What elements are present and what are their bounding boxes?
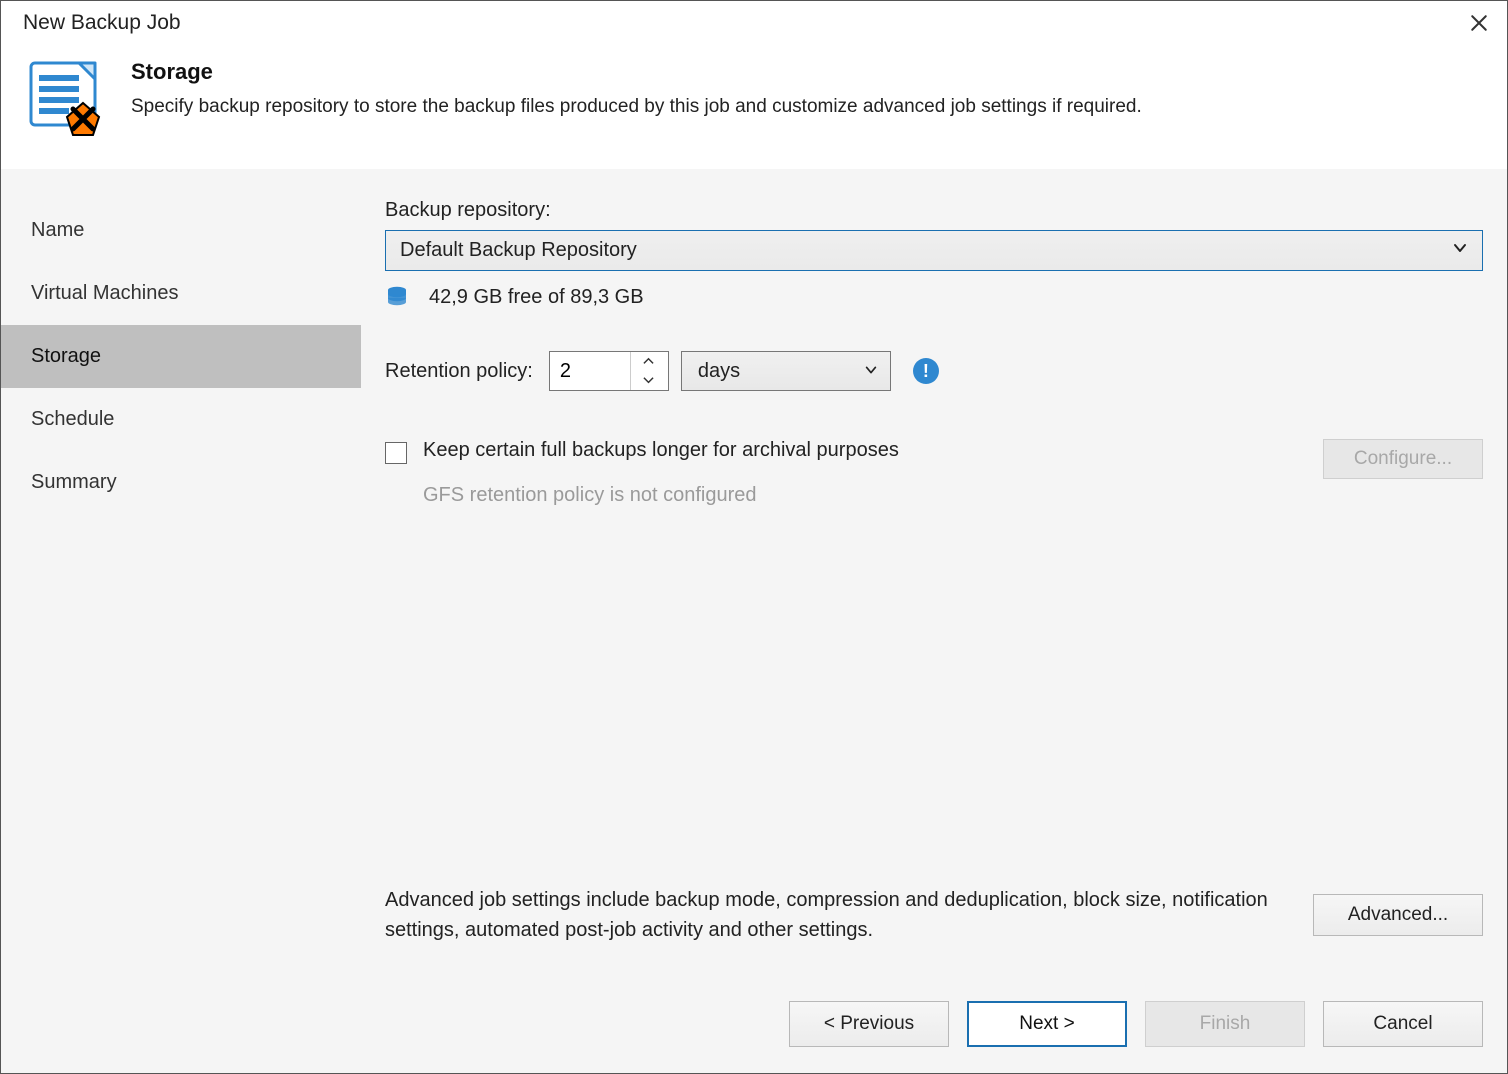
step-title: Storage <box>131 59 1481 85</box>
close-icon <box>1470 14 1488 32</box>
window-title: New Backup Job <box>23 11 181 35</box>
repo-free-space: 42,9 GB free of 89,3 GB <box>385 285 1483 309</box>
retention-value-stepper[interactable] <box>549 351 669 391</box>
finish-button-label: Finish <box>1200 1013 1251 1035</box>
gfs-checkbox[interactable] <box>385 442 407 464</box>
gfs-checkbox-label: Keep certain full backups longer for arc… <box>423 439 1303 462</box>
titlebar: New Backup Job <box>1 1 1507 43</box>
step-storage[interactable]: Storage <box>1 325 361 388</box>
step-summary[interactable]: Summary <box>1 451 361 514</box>
close-button[interactable] <box>1465 9 1493 37</box>
configure-button-label: Configure... <box>1354 448 1452 470</box>
advanced-row: Advanced job settings include backup mod… <box>385 885 1483 981</box>
advanced-description: Advanced job settings include backup mod… <box>385 885 1283 945</box>
step-label: Schedule <box>31 408 114 430</box>
gfs-left: Keep certain full backups longer for arc… <box>385 439 1303 507</box>
next-button-label: Next > <box>1019 1013 1074 1035</box>
step-label: Storage <box>31 345 101 367</box>
chevron-up-icon <box>643 357 654 366</box>
wizard-window: New Backup Job Storage <box>0 0 1508 1074</box>
finish-button: Finish <box>1145 1001 1305 1047</box>
cancel-button[interactable]: Cancel <box>1323 1001 1483 1047</box>
chevron-down-icon <box>864 360 878 383</box>
chevron-down-icon <box>643 376 654 385</box>
wizard-content: Backup repository: Default Backup Reposi… <box>361 169 1507 981</box>
step-label: Name <box>31 219 84 241</box>
spinner-buttons <box>630 352 666 390</box>
step-name[interactable]: Name <box>1 199 361 262</box>
retention-info-icon[interactable]: ! <box>913 358 939 384</box>
gfs-text: Keep certain full backups longer for arc… <box>423 439 1303 507</box>
gfs-status-text: GFS retention policy is not configured <box>423 484 1303 507</box>
retention-unit-selected: days <box>698 360 740 383</box>
backup-repo-selected: Default Backup Repository <box>400 239 637 262</box>
storage-step-icon <box>21 53 111 143</box>
spinner-up-button[interactable] <box>631 352 666 371</box>
next-button[interactable]: Next > <box>967 1001 1127 1047</box>
backup-repo-label: Backup repository: <box>385 199 1483 222</box>
wizard-footer: < Previous Next > Finish Cancel <box>1 981 1507 1073</box>
spinner-down-button[interactable] <box>631 371 666 390</box>
step-virtual-machines[interactable]: Virtual Machines <box>1 262 361 325</box>
step-label: Summary <box>31 471 117 493</box>
wizard-header: Storage Specify backup repository to sto… <box>1 43 1507 169</box>
step-label: Virtual Machines <box>31 282 178 304</box>
cancel-button-label: Cancel <box>1373 1013 1432 1035</box>
wizard-header-text: Storage Specify backup repository to sto… <box>131 59 1481 121</box>
configure-button: Configure... <box>1323 439 1483 479</box>
previous-button-label: < Previous <box>824 1013 914 1035</box>
wizard-body: Name Virtual Machines Storage Schedule S… <box>1 169 1507 981</box>
retention-label: Retention policy: <box>385 360 533 383</box>
step-description: Specify backup repository to store the b… <box>131 93 1481 121</box>
advanced-button-label: Advanced... <box>1348 904 1448 926</box>
wizard-steps-sidebar: Name Virtual Machines Storage Schedule S… <box>1 169 361 981</box>
disk-stack-icon <box>385 285 409 309</box>
chevron-down-icon <box>1452 239 1468 262</box>
retention-value-input[interactable] <box>550 352 630 390</box>
advanced-button[interactable]: Advanced... <box>1313 894 1483 936</box>
step-schedule[interactable]: Schedule <box>1 388 361 451</box>
repo-free-text: 42,9 GB free of 89,3 GB <box>429 286 644 309</box>
retention-row: Retention policy: days <box>385 351 1483 391</box>
gfs-row: Keep certain full backups longer for arc… <box>385 439 1483 507</box>
backup-repo-dropdown[interactable]: Default Backup Repository <box>385 230 1483 271</box>
previous-button[interactable]: < Previous <box>789 1001 949 1047</box>
retention-unit-dropdown[interactable]: days <box>681 351 891 391</box>
